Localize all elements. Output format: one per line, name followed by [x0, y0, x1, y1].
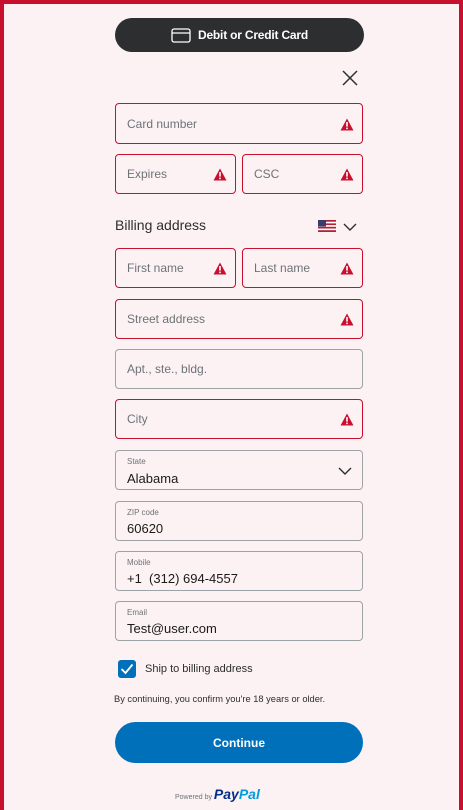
paypal-logo-pal: Pal [238, 786, 260, 802]
street-address-placeholder: Street address [127, 312, 206, 326]
debit-credit-card-button[interactable]: Debit or Credit Card [115, 18, 364, 52]
checkmark-icon [120, 663, 134, 675]
email-value: Test@user.com [127, 621, 217, 636]
csc-placeholder: CSC [254, 167, 280, 181]
age-disclaimer: By continuing, you confirm you're 18 yea… [114, 694, 326, 704]
last-name-placeholder: Last name [254, 261, 311, 275]
warning-icon [213, 262, 227, 275]
continue-button[interactable]: Continue [115, 722, 363, 763]
powered-by-paypal: Powered by PayPal [175, 786, 315, 804]
state-select[interactable]: State Alabama [115, 450, 363, 490]
mobile-value: +1 (312) 694-4557 [127, 571, 238, 586]
powered-by-text: Powered by [175, 794, 212, 801]
close-icon[interactable] [340, 68, 360, 88]
state-value: Alabama [127, 471, 179, 486]
zip-code-value: 60620 [127, 521, 164, 536]
debit-credit-card-label: Debit or Credit Card [197, 28, 308, 42]
expires-field[interactable]: Expires [115, 154, 236, 194]
email-field[interactable]: Email Test@user.com [115, 601, 363, 641]
apt-suite-field[interactable]: Apt., ste., bldg. [115, 349, 363, 389]
warning-icon [340, 168, 354, 181]
paypal-logo: PayPal [214, 786, 260, 802]
apt-suite-placeholder: Apt., ste., bldg. [127, 362, 208, 376]
us-flag-icon[interactable] [318, 220, 336, 232]
expires-placeholder: Expires [127, 167, 168, 181]
warning-icon [213, 168, 227, 181]
chevron-down-icon[interactable] [343, 222, 357, 232]
state-label: State [127, 457, 146, 466]
card-number-field[interactable]: Card number [115, 103, 363, 144]
card-number-placeholder: Card number [127, 116, 198, 131]
zip-code-label: ZIP code [127, 508, 159, 517]
zip-code-field[interactable]: ZIP code 60620 [115, 501, 363, 541]
mobile-label: Mobile [127, 558, 151, 567]
warning-icon [340, 118, 354, 131]
credit-card-icon [171, 27, 191, 43]
continue-label: Continue [213, 735, 265, 750]
first-name-placeholder: First name [127, 261, 184, 275]
street-address-field[interactable]: Street address [115, 299, 363, 339]
warning-icon [340, 262, 354, 275]
last-name-field[interactable]: Last name [242, 248, 363, 288]
warning-icon [340, 313, 354, 326]
mobile-field[interactable]: Mobile +1 (312) 694-4557 [115, 551, 363, 591]
csc-field[interactable]: CSC [242, 154, 363, 194]
ship-to-billing-checkbox[interactable] [118, 660, 136, 678]
billing-address-heading: Billing address [115, 217, 207, 233]
chevron-down-icon [338, 467, 352, 475]
warning-icon [340, 413, 354, 426]
email-label: Email [127, 608, 148, 617]
paypal-logo-pay: Pay [213, 786, 239, 802]
city-field[interactable]: City [115, 399, 363, 439]
ship-to-billing-label[interactable]: Ship to billing address [145, 663, 253, 675]
first-name-field[interactable]: First name [115, 248, 236, 288]
city-placeholder: City [127, 412, 148, 426]
